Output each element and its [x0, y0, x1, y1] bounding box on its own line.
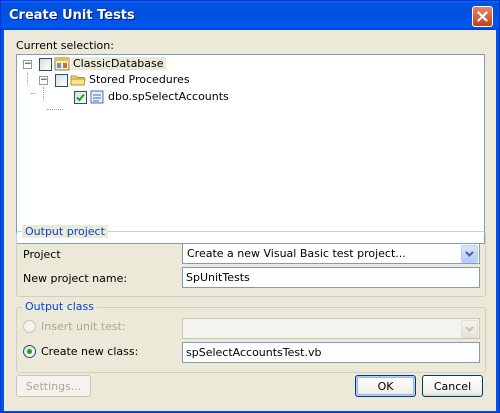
- project-dropdown-value: Create a new Visual Basic test project..…: [187, 247, 406, 260]
- chevron-down-icon: [465, 326, 474, 332]
- current-selection-label: Current selection:: [16, 39, 114, 52]
- cancel-button[interactable]: Cancel: [422, 375, 483, 397]
- tree-node-database[interactable]: − ClassicDatabase: [17, 56, 317, 72]
- collapse-toggle-icon[interactable]: −: [23, 60, 32, 69]
- stored-procedure-icon: [90, 90, 104, 104]
- tree-connector: [47, 109, 63, 110]
- close-button[interactable]: [472, 6, 493, 27]
- new-class-name-value: spSelectAccountsTest.vb: [186, 346, 322, 359]
- output-class-group: [16, 307, 486, 373]
- project-name-input[interactable]: SpUnitTests: [182, 267, 480, 288]
- database-icon: [54, 57, 70, 71]
- folder-node-label: Stored Procedures: [89, 73, 190, 86]
- insert-unit-test-radio[interactable]: [23, 320, 36, 333]
- radio-selected-dot: [27, 349, 32, 354]
- new-class-name-input[interactable]: spSelectAccountsTest.vb: [182, 342, 480, 363]
- folder-icon: [70, 75, 86, 86]
- project-name-value: SpUnitTests: [186, 271, 250, 284]
- procedure-checkbox[interactable]: [74, 91, 87, 104]
- output-project-title: Output project: [22, 225, 108, 238]
- dialog-window: Create Unit Tests Current selection: − C…: [0, 0, 500, 413]
- dialog-body: Current selection: − ClassicDatabase − S…: [4, 30, 496, 411]
- collapse-toggle-icon[interactable]: −: [39, 76, 48, 85]
- database-node-label: ClassicDatabase: [71, 57, 166, 70]
- selection-tree[interactable]: − ClassicDatabase − Stored Procedures db…: [16, 54, 485, 244]
- insert-class-dropdown[interactable]: [182, 318, 480, 339]
- close-icon: [477, 11, 488, 22]
- project-name-label: New project name:: [23, 272, 128, 285]
- chevron-down-icon: [465, 251, 474, 257]
- insert-class-dropdown-button[interactable]: [461, 320, 478, 338]
- title-bar[interactable]: Create Unit Tests: [1, 1, 499, 30]
- output-class-title: Output class: [22, 300, 98, 313]
- tree-node-folder[interactable]: − Stored Procedures: [17, 72, 317, 88]
- project-label: Project: [23, 248, 61, 261]
- tree-node-procedure[interactable]: dbo.spSelectAccounts: [17, 89, 317, 105]
- create-new-class-label: Create new class:: [41, 345, 139, 358]
- project-dropdown[interactable]: Create a new Visual Basic test project..…: [182, 243, 480, 264]
- window-title: Create Unit Tests: [9, 8, 135, 23]
- database-checkbox[interactable]: [39, 58, 52, 71]
- folder-checkbox[interactable]: [55, 74, 68, 87]
- ok-button[interactable]: OK: [355, 375, 416, 397]
- insert-unit-test-label: Insert unit test:: [41, 320, 126, 333]
- create-new-class-radio[interactable]: [23, 345, 36, 358]
- project-dropdown-button[interactable]: [461, 245, 478, 263]
- settings-button[interactable]: Settings...: [16, 375, 91, 397]
- procedure-node-label: dbo.spSelectAccounts: [108, 90, 229, 103]
- checkmark-icon: [76, 93, 85, 102]
